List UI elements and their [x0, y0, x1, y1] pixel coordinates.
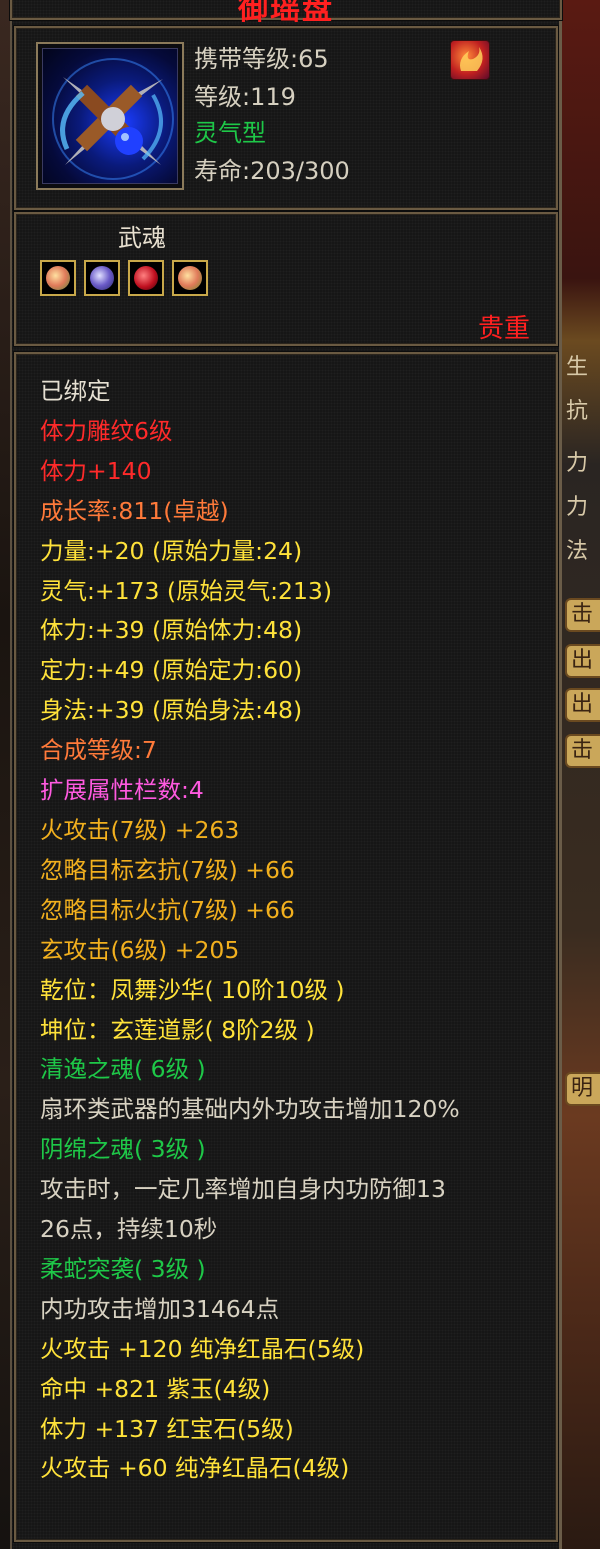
- green-gem-icon[interactable]: [40, 260, 76, 296]
- stat-line: 攻击时，一定几率增加自身内功防御13: [40, 1175, 446, 1204]
- item-title: 御瑶盘: [238, 0, 334, 27]
- stat-line: 力量:+20 (原始力量:24): [40, 536, 303, 565]
- stat-line: 命中 +821 紫玉(4级): [40, 1374, 271, 1403]
- stat-line: 已绑定: [40, 377, 111, 405]
- rarity-label: 贵重: [478, 314, 531, 344]
- stat-line: 火攻击 +120 纯净红晶石(5级): [40, 1334, 365, 1363]
- left-scene-strip: [0, 0, 10, 1549]
- stat-line: 玄攻击(6级) +205: [40, 935, 240, 964]
- stat-line: 坤位：玄莲道影( 8阶2级 ): [40, 1015, 315, 1044]
- orange-gem-icon[interactable]: [172, 260, 208, 296]
- stat-line: 柔蛇突袭( 3级 ): [40, 1254, 206, 1283]
- stat-line: 定力:+49 (原始定力:60): [40, 656, 303, 685]
- stat-line: 忽略目标玄抗(7级) +66: [40, 855, 295, 884]
- stat-line: 体力 +137 红宝石(5级): [40, 1414, 294, 1443]
- stat-line: 火攻击 +60 纯净红晶石(4级): [40, 1454, 350, 1483]
- stat-line: 体力+140: [40, 456, 152, 485]
- item-type: 灵气型: [194, 119, 266, 147]
- stat-line: 火攻击(7级) +263: [40, 815, 240, 844]
- bg-tab-3[interactable]: 出: [565, 688, 600, 722]
- stat-line: 灵气:+173 (原始灵气:213): [40, 576, 333, 605]
- stat-line: 扇环类武器的基础内外功攻击增加120%: [40, 1095, 460, 1124]
- red-gem-icon[interactable]: [128, 260, 164, 296]
- cross-bladed-disc-icon: [42, 48, 178, 184]
- stat-line: 阴绵之魂( 3级 ): [40, 1135, 206, 1164]
- title-frame: 御瑶盘: [10, 0, 562, 27]
- stat-line: 26点，持续10秒: [40, 1215, 218, 1244]
- bg-tab-4[interactable]: 击: [565, 734, 600, 768]
- right-scene-strip: [560, 0, 600, 1549]
- bg-tab-1[interactable]: 击: [565, 598, 600, 632]
- stat-line: 成长率:811(卓越): [40, 496, 229, 525]
- stat-line: 身法:+39 (原始身法:48): [40, 696, 303, 725]
- bg-stat-5: 法: [566, 539, 589, 564]
- stat-line: 清逸之魂( 6级 ): [40, 1055, 206, 1084]
- stats-list: 已绑定体力雕纹6级 体力+140 成长率:811(卓越) 力量:+20 (原始力量:2…: [40, 372, 560, 1489]
- item-lifespan: 寿命:203/300: [194, 157, 350, 185]
- carry-level: 携带等级:65: [194, 45, 329, 73]
- stat-line: 体力:+39 (原始体力:48): [40, 616, 303, 645]
- bg-stat-3: 力: [566, 451, 589, 476]
- stat-line: 合成等级:7: [40, 736, 157, 765]
- item-tooltip: 御瑶盘 携带等级:65 等级:119 灵气型 寿命:203/300 武魂 贵重 …: [10, 0, 562, 1549]
- flame-badge-icon[interactable]: [450, 40, 490, 80]
- stat-line: 忽略目标火抗(7级) +66: [40, 895, 295, 924]
- bg-stat-4: 力: [566, 495, 589, 520]
- stat-line: 乾位：凤舞沙华( 10阶10级 ): [40, 975, 345, 1004]
- blue-gem-icon[interactable]: [84, 260, 120, 296]
- stat-line: 体力雕纹6级: [40, 416, 173, 445]
- soul-label: 武魂: [118, 224, 166, 252]
- bg-stat-2: 抗: [566, 399, 589, 424]
- stat-line: 内功攻击增加31464点: [40, 1294, 280, 1323]
- bg-tab-2[interactable]: 出: [565, 644, 600, 678]
- stat-line: 扩展属性栏数:4: [40, 776, 204, 805]
- bg-stat-1: 生: [566, 355, 589, 380]
- item-icon-slot[interactable]: [36, 42, 184, 190]
- item-level: 等级:119: [194, 83, 296, 111]
- bg-tab-lower[interactable]: 明: [565, 1072, 600, 1106]
